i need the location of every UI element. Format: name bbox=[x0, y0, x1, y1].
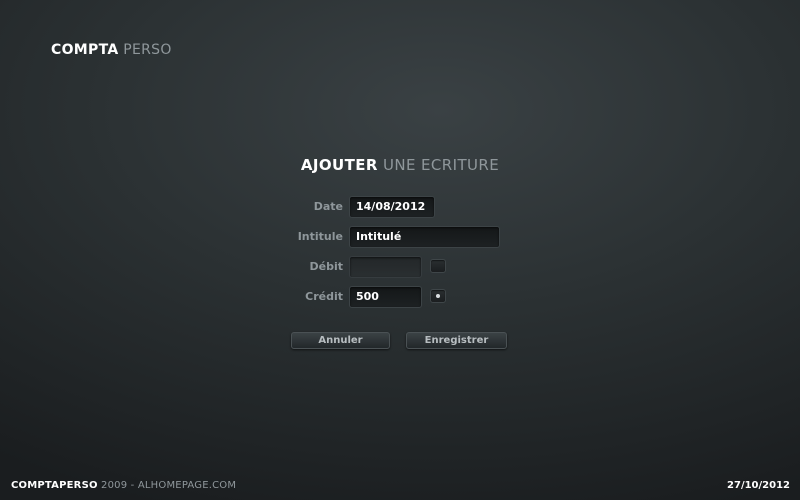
intitule-label: Intitule bbox=[297, 230, 343, 243]
form-title-strong: AJOUTER bbox=[300, 156, 378, 174]
date-label: Date bbox=[313, 200, 343, 213]
date-field[interactable]: 14/08/2012 bbox=[349, 196, 435, 218]
debit-radio[interactable] bbox=[430, 259, 446, 273]
credit-radio[interactable] bbox=[430, 289, 446, 303]
credit-field[interactable]: 500 bbox=[349, 286, 422, 308]
brand-name-strong: COMPTA bbox=[51, 42, 119, 58]
credit-label: Crédit bbox=[305, 290, 343, 303]
footer-credit-text: 2009 - ALHOMEPAGE.COM bbox=[97, 480, 237, 491]
footer-date: 27/10/2012 bbox=[727, 480, 790, 491]
app-logo: COMPTA PERSO bbox=[51, 42, 172, 58]
form-title-soft: UNE ECRITURE bbox=[377, 156, 500, 174]
save-button[interactable]: Enregistrer bbox=[406, 332, 507, 349]
debit-field[interactable] bbox=[349, 256, 422, 278]
cancel-button[interactable]: Annuler bbox=[291, 332, 390, 349]
form-title: AJOUTER UNE ECRITURE bbox=[0, 156, 800, 174]
intitule-field[interactable]: Intitulé bbox=[349, 226, 500, 248]
footer-credits: COMPTAPERSO 2009 - ALHOMEPAGE.COM bbox=[11, 480, 236, 491]
radio-selected-dot-icon bbox=[436, 294, 440, 298]
brand-name-soft: PERSO bbox=[118, 42, 172, 58]
debit-label: Débit bbox=[309, 260, 344, 273]
footer-app-name: COMPTAPERSO bbox=[11, 480, 98, 491]
